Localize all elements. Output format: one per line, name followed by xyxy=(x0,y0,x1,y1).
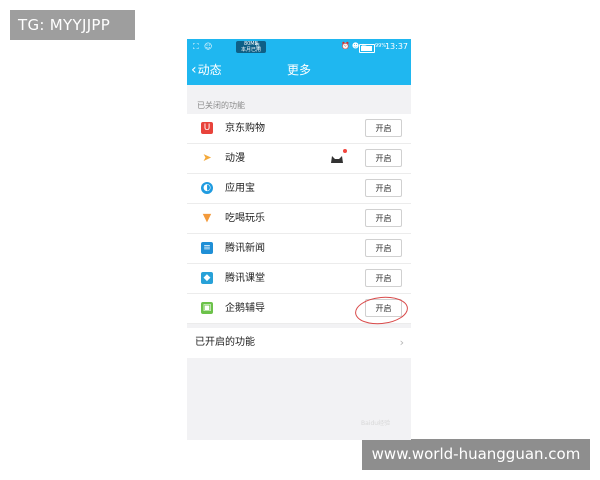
closed-feature-list: U 京东购物 开启 ➤ 动漫 开启 ◐ 应用宝 开启 ▼ 吃喝玩乐 开启 ≡ 腾… xyxy=(187,114,411,327)
item-label: 企鹅辅导 xyxy=(225,303,265,314)
red-dot-badge xyxy=(343,149,347,153)
list-item: ◆ 腾讯课堂 开启 xyxy=(187,264,411,294)
list-item: ◐ 应用宝 开启 xyxy=(187,174,411,204)
penguin-tutor-icon: ▣ xyxy=(201,302,213,314)
data-transfer-icon: ⇅ xyxy=(255,42,261,50)
page-title: 更多 xyxy=(286,63,311,77)
enabled-section-label: 已开启的功能 xyxy=(195,337,255,348)
closed-section-label: 已关闭的功能 xyxy=(197,101,245,110)
screenshot-icon: ⛶ xyxy=(193,42,199,51)
url-tag: www.world-huangguan.com xyxy=(362,439,590,470)
enable-button[interactable]: 开启 xyxy=(365,179,402,197)
enable-button[interactable]: 开启 xyxy=(365,239,402,257)
app-store-icon: ◐ xyxy=(201,182,213,194)
paper-plane-icon: ➤ xyxy=(202,151,212,164)
ice-cream-icon: ▼ xyxy=(202,211,212,224)
battery-icon xyxy=(359,44,375,53)
data-usage-badge: 80MB 本月已用 xyxy=(236,41,266,53)
item-label: 腾讯课堂 xyxy=(225,273,265,284)
qq-icon: ☺ xyxy=(204,42,213,51)
item-label: 动漫 xyxy=(225,153,245,164)
item-label: 应用宝 xyxy=(225,183,255,194)
item-label: 腾讯新闻 xyxy=(225,243,265,254)
data-usage-label: 本月已用 xyxy=(240,47,261,53)
enable-button[interactable]: 开启 xyxy=(365,149,402,167)
chevron-right-icon: › xyxy=(399,336,404,349)
watermark: Baidu经验 xyxy=(361,420,391,427)
item-label: 京东购物 xyxy=(225,123,265,134)
list-item: ▼ 吃喝玩乐 开启 xyxy=(187,204,411,234)
nav-bar: ‹动态 更多 xyxy=(187,56,411,85)
list-item: U 京东购物 开启 xyxy=(187,114,411,144)
item-label: 吃喝玩乐 xyxy=(225,213,265,224)
list-item: ➤ 动漫 开启 xyxy=(187,144,411,174)
clock: 13:37 xyxy=(384,42,408,51)
enabled-features-row[interactable]: 已开启的功能 › xyxy=(187,328,411,358)
tg-tag: TG: MYYJJPP xyxy=(10,10,135,40)
jd-shopping-icon: U xyxy=(201,122,213,134)
cartoon-cat-icon xyxy=(331,156,343,163)
list-item: ≡ 腾讯新闻 开启 xyxy=(187,234,411,264)
enable-button[interactable]: 开启 xyxy=(365,269,402,287)
list-item: ▣ 企鹅辅导 开启 xyxy=(187,294,411,327)
enable-button[interactable]: 开启 xyxy=(365,209,402,227)
news-icon: ≡ xyxy=(201,242,213,254)
status-bar: ⛶ ☺ 80MB 本月已用 ⇅ ⏰☻≋ 99% 13:37 xyxy=(187,39,411,56)
red-circle-annotation xyxy=(353,294,410,327)
enable-button[interactable]: 开启 xyxy=(365,119,402,137)
classroom-icon: ◆ xyxy=(201,272,213,284)
phone-screen: ⛶ ☺ 80MB 本月已用 ⇅ ⏰☻≋ 99% 13:37 ‹动态 更多 已关闭… xyxy=(187,39,411,440)
